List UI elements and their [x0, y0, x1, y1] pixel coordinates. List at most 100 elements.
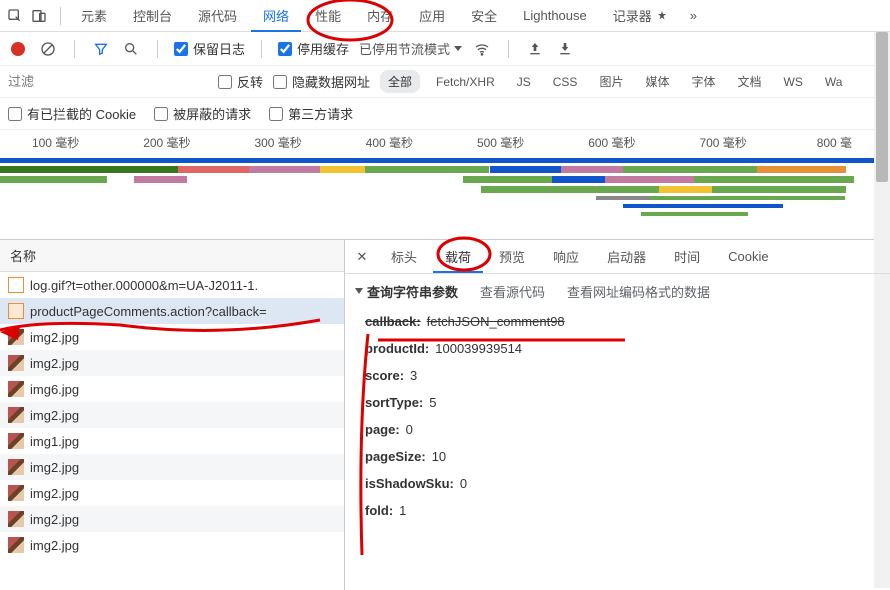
- param-row: page:0: [365, 416, 870, 443]
- tab-lighthouse[interactable]: Lighthouse: [511, 2, 599, 29]
- close-details-button[interactable]: ✕: [353, 248, 371, 266]
- dtab-preview[interactable]: 预览: [487, 241, 537, 272]
- type-ws[interactable]: WS: [778, 72, 809, 92]
- tab-elements[interactable]: 元素: [69, 0, 119, 31]
- request-name: log.gif?t=other.000000&m=UA-J2011-1.: [30, 278, 258, 293]
- request-row[interactable]: img1.jpg: [0, 428, 344, 454]
- third-party-checkbox[interactable]: 第三方请求: [269, 104, 353, 123]
- search-icon[interactable]: [121, 39, 141, 59]
- tab-memory[interactable]: 内存: [355, 0, 405, 31]
- param-row: sortType:5: [365, 389, 870, 416]
- time-tick: 200 毫秒: [111, 130, 222, 154]
- tab-network[interactable]: 网络: [251, 0, 301, 31]
- request-row[interactable]: img2.jpg: [0, 324, 344, 350]
- img-icon: [8, 459, 24, 475]
- tab-console[interactable]: 控制台: [121, 0, 184, 31]
- hide-dataurls-checkbox[interactable]: 隐藏数据网址: [273, 72, 370, 91]
- img-icon: [8, 537, 24, 553]
- request-row[interactable]: img2.jpg: [0, 402, 344, 428]
- tab-sources[interactable]: 源代码: [186, 0, 249, 31]
- type-js[interactable]: JS: [511, 72, 537, 92]
- request-name: img1.jpg: [30, 434, 79, 449]
- request-name: img2.jpg: [30, 538, 79, 553]
- more-tabs-button[interactable]: »: [682, 2, 705, 29]
- type-doc[interactable]: 文档: [731, 70, 767, 93]
- download-har-icon[interactable]: [555, 39, 575, 59]
- network-timeline[interactable]: 100 毫秒200 毫秒300 毫秒400 毫秒500 毫秒600 毫秒700 …: [0, 130, 890, 240]
- filter-icon[interactable]: [91, 39, 111, 59]
- type-all[interactable]: 全部: [380, 70, 420, 93]
- blocked-requests-checkbox[interactable]: 被屏蔽的请求: [154, 104, 251, 123]
- tab-application[interactable]: 应用: [407, 0, 457, 31]
- time-tick: 300 毫秒: [223, 130, 334, 154]
- param-row: fold:1: [365, 497, 870, 524]
- request-name: img2.jpg: [30, 408, 79, 423]
- img-icon: [8, 407, 24, 423]
- disable-cache-checkbox[interactable]: 停用缓存: [278, 39, 349, 58]
- time-tick: 100 毫秒: [0, 130, 111, 154]
- request-row[interactable]: productPageComments.action?callback=: [0, 298, 344, 324]
- type-img[interactable]: 图片: [593, 70, 629, 93]
- dtab-headers[interactable]: 标头: [379, 241, 429, 272]
- tab-recorder[interactable]: 记录器: [601, 0, 680, 31]
- param-row: productId:100039939514: [365, 335, 870, 362]
- param-row: callback:fetchJSON_comment98: [365, 308, 870, 335]
- param-row: pageSize:10: [365, 443, 870, 470]
- invert-checkbox[interactable]: 反转: [218, 72, 263, 91]
- request-name: productPageComments.action?callback=: [30, 304, 267, 319]
- tab-performance[interactable]: 性能: [303, 0, 353, 31]
- img-icon: [8, 485, 24, 501]
- request-name: img2.jpg: [30, 460, 79, 475]
- img-icon: [8, 511, 24, 527]
- type-wasm[interactable]: Wa: [819, 72, 849, 92]
- request-name: img2.jpg: [30, 330, 79, 345]
- param-row: isShadowSku:0: [365, 470, 870, 497]
- type-media[interactable]: 媒体: [639, 70, 675, 93]
- doc-icon: [8, 277, 24, 293]
- type-fetchxhr[interactable]: Fetch/XHR: [430, 72, 501, 92]
- device-toggle-icon[interactable]: [30, 7, 48, 25]
- request-name: img2.jpg: [30, 486, 79, 501]
- request-row[interactable]: log.gif?t=other.000000&m=UA-J2011-1.: [0, 272, 344, 298]
- throttling-select[interactable]: 已停用节流模式: [359, 39, 462, 58]
- request-row[interactable]: img2.jpg: [0, 350, 344, 376]
- clear-button[interactable]: [38, 39, 58, 59]
- request-row[interactable]: img2.jpg: [0, 506, 344, 532]
- dtab-initiator[interactable]: 启动器: [595, 241, 658, 272]
- type-css[interactable]: CSS: [547, 72, 584, 92]
- img-icon: [8, 329, 24, 345]
- query-params-toggle[interactable]: 查询字符串参数: [355, 282, 458, 301]
- time-tick: 400 毫秒: [334, 130, 445, 154]
- inspect-icon[interactable]: [6, 7, 24, 25]
- time-tick: 700 毫秒: [668, 130, 779, 154]
- filter-input[interactable]: [8, 74, 208, 89]
- request-name: img6.jpg: [30, 382, 79, 397]
- img-icon: [8, 381, 24, 397]
- dtab-response[interactable]: 响应: [541, 241, 591, 272]
- wifi-icon[interactable]: [472, 39, 492, 59]
- xhr-icon: [8, 303, 24, 319]
- blocked-cookies-checkbox[interactable]: 有已拦截的 Cookie: [8, 104, 136, 123]
- request-row[interactable]: img2.jpg: [0, 480, 344, 506]
- request-name: img2.jpg: [30, 356, 79, 371]
- tab-security[interactable]: 安全: [459, 0, 509, 31]
- time-tick: 500 毫秒: [445, 130, 556, 154]
- dtab-payload[interactable]: 载荷: [433, 241, 483, 272]
- preserve-log-checkbox[interactable]: 保留日志: [174, 39, 245, 58]
- time-tick: 600 毫秒: [556, 130, 667, 154]
- record-button[interactable]: [8, 39, 28, 59]
- name-column-header[interactable]: 名称: [0, 240, 344, 272]
- dtab-cookies[interactable]: Cookie: [716, 243, 780, 270]
- img-icon: [8, 355, 24, 371]
- type-font[interactable]: 字体: [685, 70, 721, 93]
- view-urlencoded-link[interactable]: 查看网址编码格式的数据: [567, 282, 710, 301]
- img-icon: [8, 433, 24, 449]
- view-source-link[interactable]: 查看源代码: [480, 282, 545, 301]
- request-row[interactable]: img2.jpg: [0, 532, 344, 558]
- request-name: img2.jpg: [30, 512, 79, 527]
- request-row[interactable]: img6.jpg: [0, 376, 344, 402]
- upload-har-icon[interactable]: [525, 39, 545, 59]
- dtab-timing[interactable]: 时间: [662, 241, 712, 272]
- param-row: score:3: [365, 362, 870, 389]
- request-row[interactable]: img2.jpg: [0, 454, 344, 480]
